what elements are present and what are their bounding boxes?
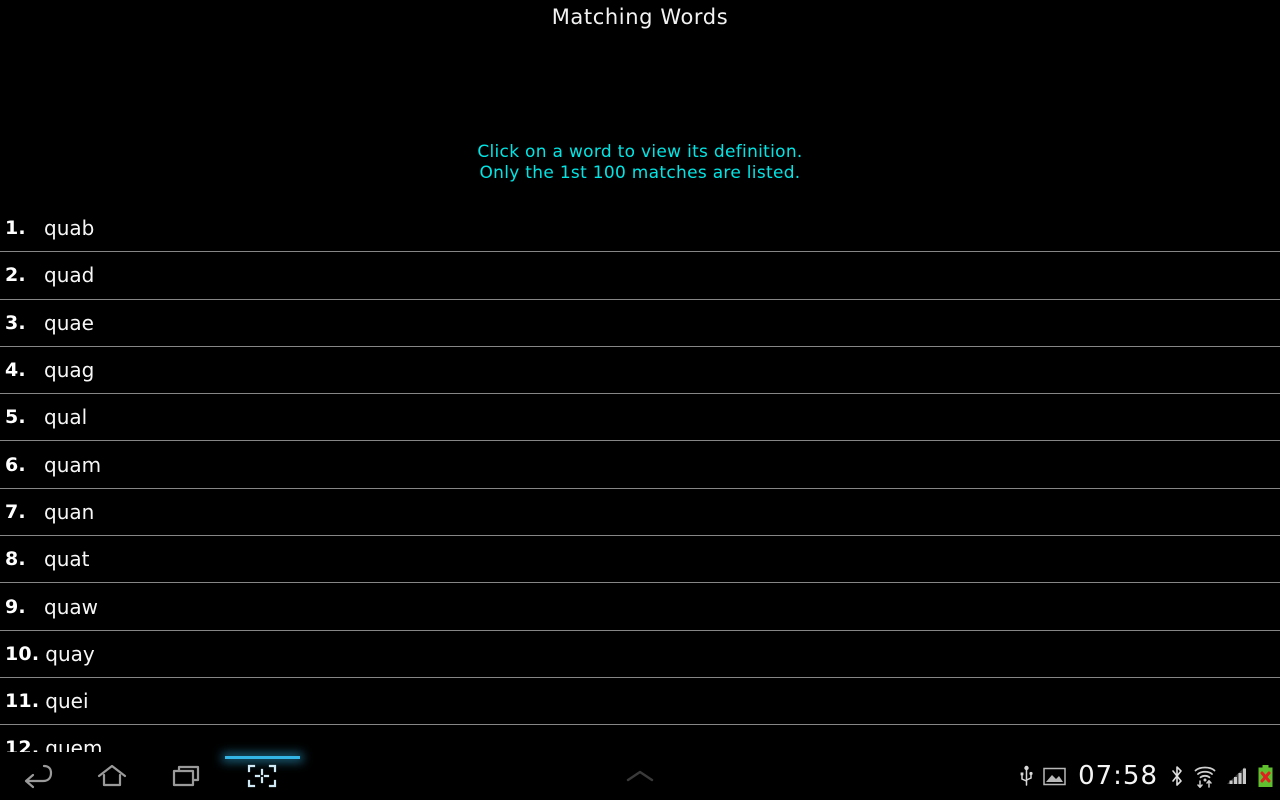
word-item-text: quaw xyxy=(44,594,98,619)
recent-apps-icon[interactable] xyxy=(154,752,220,800)
word-item-text: quab xyxy=(44,216,95,241)
instructions-block: Click on a word to view its definition. … xyxy=(0,142,1280,184)
word-item-text: quag xyxy=(44,358,95,383)
word-list-item[interactable]: 7. quan xyxy=(0,488,1280,537)
word-item-text: quay xyxy=(45,641,95,666)
word-item-index: 1. xyxy=(5,217,26,240)
instruction-line-2: Only the 1st 100 matches are listed. xyxy=(479,163,801,183)
word-item-index: 12. xyxy=(5,737,40,752)
word-list-item[interactable]: 3. quae xyxy=(0,299,1280,347)
status-icons-area: 07:58 xyxy=(1019,752,1274,800)
word-item-index: 9. xyxy=(5,595,26,618)
word-item-index: 8. xyxy=(5,548,26,571)
word-list-item[interactable]: 5. qual xyxy=(0,394,1280,442)
word-list-item[interactable]: 8. quat xyxy=(0,536,1280,584)
word-item-index: 2. xyxy=(5,264,26,287)
status-clock: 07:58 xyxy=(1078,761,1158,791)
battery-error-icon xyxy=(1257,764,1274,788)
bluetooth-icon xyxy=(1170,765,1184,787)
chevron-up-icon[interactable] xyxy=(607,752,673,800)
word-item-index: 4. xyxy=(5,359,26,382)
image-icon xyxy=(1043,767,1066,786)
cellular-signal-icon xyxy=(1226,766,1248,786)
word-item-index: 11. xyxy=(5,690,40,713)
matching-words-list[interactable]: 1. quab 2. quad 3. quae 4. quag 5. qual 6. quam 7. qu… xyxy=(0,205,1280,752)
word-item-index: 7. xyxy=(5,500,26,523)
wifi-transfer-icon xyxy=(1193,765,1217,788)
word-item-index: 5. xyxy=(5,406,26,429)
screenshot-capture-icon[interactable] xyxy=(229,752,295,800)
instruction-line-1: Click on a word to view its definition. xyxy=(477,142,803,162)
word-item-index: 6. xyxy=(5,453,26,476)
back-arrow-icon[interactable] xyxy=(5,752,71,800)
word-list-item[interactable]: 6. quam xyxy=(0,441,1280,489)
title-bar: Matching Words xyxy=(0,0,1280,34)
home-icon[interactable] xyxy=(79,752,145,800)
word-item-index: 3. xyxy=(5,311,26,334)
word-list-item[interactable]: 10. quay xyxy=(0,630,1280,678)
word-item-text: quei xyxy=(45,689,89,714)
word-list-item[interactable]: 2. quad xyxy=(0,252,1280,300)
usb-icon xyxy=(1019,765,1034,787)
word-list-item[interactable]: 11. quei xyxy=(0,677,1280,726)
word-item-text: quam xyxy=(44,452,102,477)
word-list-item[interactable]: 1. quab xyxy=(0,205,1280,253)
word-item-index: 10. xyxy=(5,642,40,665)
page-title: Matching Words xyxy=(551,5,729,29)
app-screen: Matching Words Click on a word to view i… xyxy=(0,0,1280,800)
word-item-text: quae xyxy=(44,310,94,335)
word-item-text: qual xyxy=(44,405,88,430)
word-item-text: quat xyxy=(44,547,90,572)
word-item-text: quem xyxy=(45,736,103,752)
word-item-text: quan xyxy=(44,499,95,524)
word-list-item[interactable]: 4. quag xyxy=(0,346,1280,395)
word-item-text: quad xyxy=(44,263,95,288)
android-navigation-bar: 07:58 xyxy=(0,752,1280,800)
word-list-item[interactable]: 12. quem xyxy=(0,725,1280,752)
word-list-item[interactable]: 9. quaw xyxy=(0,583,1280,631)
